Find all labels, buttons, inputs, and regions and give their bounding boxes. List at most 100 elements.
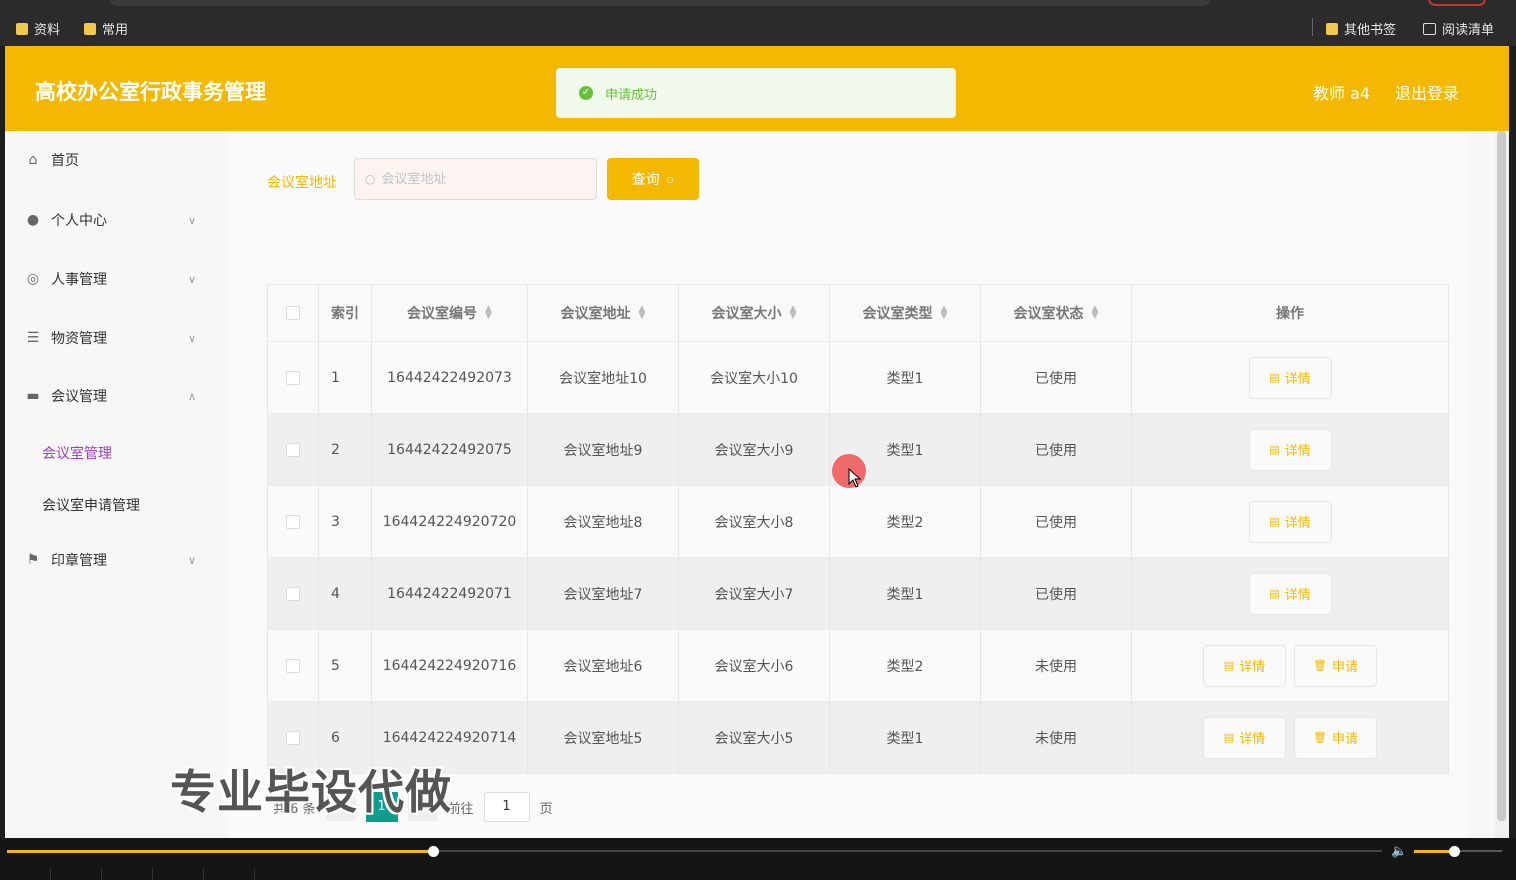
select-all-checkbox[interactable]	[286, 306, 300, 320]
apply-label: 申请	[1331, 660, 1358, 675]
header-actions: 操作	[1132, 285, 1449, 341]
row-checkbox[interactable]	[286, 658, 300, 673]
cell-type: 类型1	[830, 702, 981, 773]
goto-page-input[interactable]: 1	[483, 792, 530, 822]
chevron-up-icon: ∧	[188, 389, 197, 403]
volume-handle[interactable]	[1449, 846, 1460, 857]
success-toast: ✓ 申请成功	[556, 68, 956, 118]
video-progress-handle[interactable]	[428, 846, 439, 857]
taskbar-slot[interactable]	[102, 868, 153, 880]
row-checkbox[interactable]	[286, 586, 300, 601]
bookmark-label: 资料	[34, 23, 61, 38]
header-status[interactable]: 会议室状态 ▲ ▼	[981, 285, 1132, 341]
cell-index: 2	[319, 414, 372, 485]
taskbar-slot[interactable]	[0, 868, 51, 880]
sidebar: ⌂ 首页 ● 个人中心 ∨ ◎ 人事管理 ∨ ☰ 物资管理 ∨ ▬ 会议管理 ∧	[5, 131, 219, 838]
search-field[interactable]: ○	[354, 158, 597, 200]
bookmark-label: 常用	[102, 23, 129, 38]
logout-link[interactable]: 退出登录	[1395, 80, 1459, 104]
taskbar-strip	[0, 868, 1516, 880]
page-scrollbar-thumb[interactable]	[1497, 131, 1506, 821]
detail-button[interactable]: ▤ 详情	[1248, 428, 1332, 471]
taskbar-slot[interactable]	[51, 868, 102, 880]
page-suffix: 页	[539, 801, 553, 817]
cell-status: 已使用	[981, 486, 1132, 557]
detail-label: 详情	[1284, 588, 1311, 603]
apply-button[interactable]: 🗑 申请	[1294, 644, 1377, 687]
sort-icon[interactable]: ▲ ▼	[1092, 305, 1099, 321]
cell-address: 会议室地址6	[528, 630, 679, 701]
bookmark-divider	[1312, 18, 1313, 36]
header-label: 会议室大小	[711, 306, 782, 322]
detail-label: 详情	[1284, 516, 1311, 531]
header-type[interactable]: 会议室类型 ▲ ▼	[830, 285, 981, 341]
search-input[interactable]	[381, 171, 582, 187]
cell-address: 会议室地址8	[528, 486, 679, 557]
cell-actions: ▤ 详情	[1132, 414, 1449, 485]
document-icon: ▤	[1223, 731, 1235, 744]
monitor-icon: ▬	[26, 388, 40, 404]
header-address[interactable]: 会议室地址 ▲ ▼	[528, 285, 679, 341]
row-checkbox[interactable]	[286, 442, 300, 457]
reading-list[interactable]: 阅读清单	[1423, 19, 1494, 38]
address-bar[interactable]	[110, 0, 1210, 6]
chevron-down-icon: ∨	[188, 553, 197, 567]
header-checkbox-cell	[267, 285, 319, 341]
table-row: 4 16442422492071 会议室地址7 会议室大小7 类型1 已使用 ▤…	[267, 558, 1449, 630]
taskbar-slot[interactable]	[153, 868, 204, 880]
sidebar-item-home[interactable]: ⌂ 首页	[5, 140, 219, 180]
sidebar-item-label: 首页	[51, 153, 79, 169]
sidebar-item-seal[interactable]: ⚑ 印章管理 ∨	[5, 540, 219, 580]
document-icon: ▤	[1269, 371, 1280, 384]
cell-type: 类型2	[830, 486, 981, 557]
profile-button[interactable]	[1428, 0, 1486, 6]
apply-button[interactable]: 🗑 申请	[1294, 716, 1377, 759]
row-checkbox-cell	[267, 630, 319, 701]
cell-status: 未使用	[981, 702, 1132, 773]
bookmark-changyong[interactable]: 常用	[84, 19, 128, 38]
sidebar-item-personal[interactable]: ● 个人中心 ∨	[5, 200, 219, 240]
bookmark-ziliao[interactable]: 资料	[16, 19, 60, 38]
detail-button[interactable]: ▤ 详情	[1203, 644, 1286, 687]
sort-icon[interactable]: ▲ ▼	[941, 305, 948, 321]
cell-size: 会议室大小7	[679, 558, 830, 629]
chevron-down-icon: ∨	[188, 331, 197, 345]
row-checkbox[interactable]	[286, 370, 300, 385]
app-window: 高校办公室行政事务管理 ✓ 申请成功 教师 a4 退出登录 ⌂ 首页 ● 个人中…	[5, 46, 1509, 838]
sidebar-item-label: 物资管理	[51, 331, 107, 347]
row-checkbox[interactable]	[286, 514, 300, 529]
sidebar-item-hr[interactable]: ◎ 人事管理 ∨	[5, 259, 219, 299]
cell-size: 会议室大小5	[679, 702, 830, 773]
current-user: 教师 a4	[1313, 84, 1371, 103]
document-icon: ▤	[1269, 587, 1280, 600]
row-checkbox[interactable]	[286, 730, 300, 745]
table-row: 1 16442422492073 会议室地址10 会议室大小10 类型1 已使用…	[267, 342, 1449, 414]
screen-frame: 资料 常用 其他书签 阅读清单 高校办公室行政事务管理 ✓ 申请成功 教师 a4…	[0, 0, 1516, 880]
detail-button[interactable]: ▤ 详情	[1203, 716, 1286, 759]
sort-icon[interactable]: ▲ ▼	[639, 305, 646, 321]
sidebar-subitem-room-application[interactable]: 会议室申请管理	[42, 495, 140, 515]
taskbar-slot[interactable]	[204, 868, 255, 880]
query-button[interactable]: 查询 ○	[607, 158, 699, 200]
cell-index: 1	[319, 342, 372, 413]
row-checkbox-cell	[267, 414, 319, 485]
detail-button[interactable]: ▤ 详情	[1248, 356, 1332, 399]
cell-actions: ▤ 详情	[1132, 486, 1449, 557]
bookmark-other[interactable]: 其他书签	[1326, 19, 1396, 38]
sort-icon[interactable]: ▲ ▼	[790, 305, 797, 321]
cell-status: 已使用	[981, 414, 1132, 485]
folder-icon	[16, 22, 28, 35]
sort-icon[interactable]: ▲ ▼	[485, 305, 492, 321]
sidebar-item-meeting[interactable]: ▬ 会议管理 ∧	[5, 376, 219, 416]
cell-number: 164424224920716	[372, 630, 528, 701]
sidebar-item-supplies[interactable]: ☰ 物资管理 ∨	[5, 318, 219, 358]
cell-index: 5	[319, 630, 372, 701]
header-number[interactable]: 会议室编号 ▲ ▼	[372, 285, 528, 341]
volume-icon[interactable]: 🔈	[1391, 844, 1407, 859]
header-size[interactable]: 会议室大小 ▲ ▼	[679, 285, 830, 341]
sidebar-subitem-room-management[interactable]: 会议室管理	[42, 443, 112, 463]
header-label: 会议室地址	[560, 306, 631, 322]
search-icon: ○	[665, 171, 675, 187]
detail-button[interactable]: ▤ 详情	[1248, 572, 1332, 615]
detail-button[interactable]: ▤ 详情	[1248, 500, 1332, 543]
